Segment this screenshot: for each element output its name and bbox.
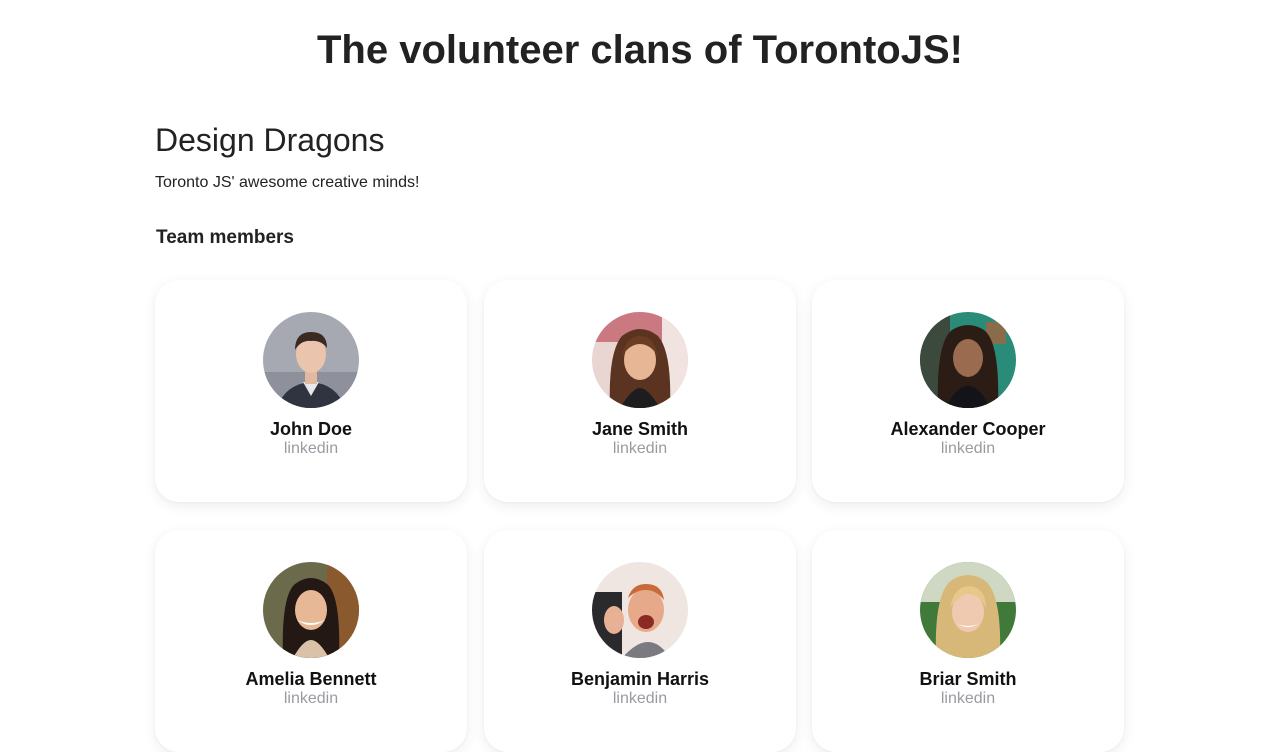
member-name: Alexander Cooper [890, 419, 1046, 439]
avatar [263, 562, 359, 658]
portrait-woman-icon [263, 562, 359, 658]
member-name: John Doe [269, 419, 352, 439]
avatar [592, 562, 688, 658]
member-card-briar-smith: Briar Smith linkedin [812, 530, 1124, 752]
clan-section: Design Dragons Toronto JS' awesome creat… [155, 120, 1125, 250]
member-card-john-doe: John Doe linkedin [155, 280, 467, 502]
member-name: Jane Smith [591, 419, 689, 439]
avatar [263, 312, 359, 408]
portrait-woman-icon [920, 562, 1016, 658]
member-name: Benjamin Harris [570, 669, 710, 689]
portrait-woman-icon [592, 312, 688, 408]
portrait-man-icon [263, 312, 359, 408]
linkedin-link[interactable]: linkedin [484, 439, 796, 459]
member-card-benjamin-harris: Benjamin Harris linkedin [484, 530, 796, 752]
avatar [920, 562, 1016, 658]
linkedin-link[interactable]: linkedin [155, 689, 467, 709]
team-members-heading: Team members [156, 227, 294, 248]
member-card-alexander-cooper: Alexander Cooper linkedin [812, 280, 1124, 502]
linkedin-link[interactable]: linkedin [812, 689, 1124, 709]
page-title: The volunteer clans of TorontoJS! [317, 28, 963, 72]
member-card-jane-smith: Jane Smith linkedin [484, 280, 796, 502]
portrait-man-icon [920, 312, 1016, 408]
avatar [920, 312, 1016, 408]
member-card-amelia-bennett: Amelia Bennett linkedin [155, 530, 467, 752]
portrait-man-icon [592, 562, 688, 658]
linkedin-link[interactable]: linkedin [484, 689, 796, 709]
avatar [592, 312, 688, 408]
clan-name: Design Dragons [155, 122, 385, 158]
member-name: Briar Smith [919, 669, 1017, 689]
member-name: Amelia Bennett [245, 669, 377, 689]
linkedin-link[interactable]: linkedin [812, 439, 1124, 459]
clan-description: Toronto JS' awesome creative minds! [155, 174, 420, 191]
linkedin-link[interactable]: linkedin [155, 439, 467, 459]
